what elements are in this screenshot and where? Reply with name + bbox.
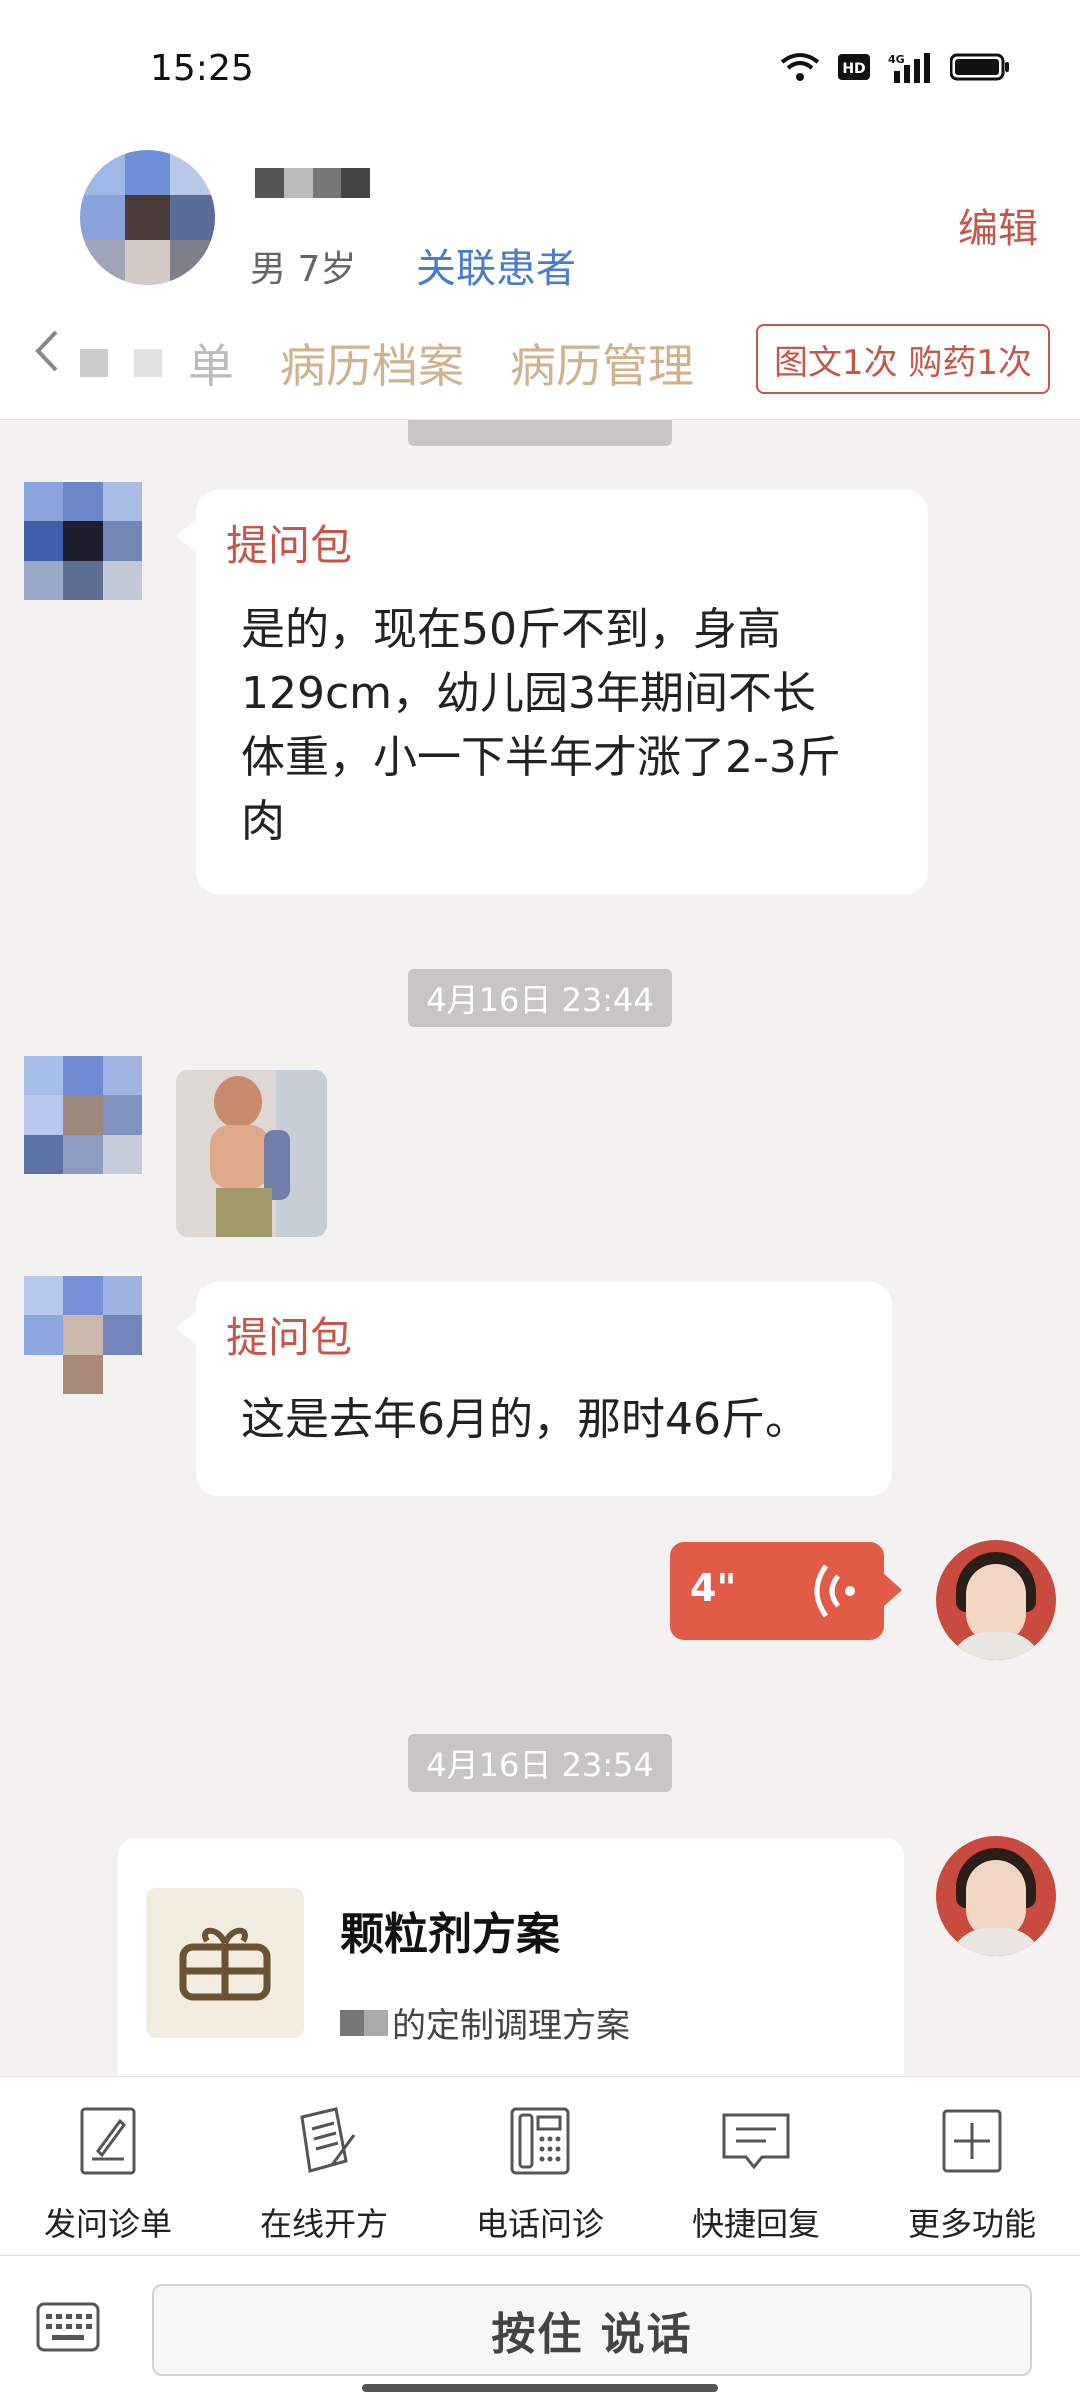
message-bubble[interactable]: 提问包 是的，现在50斤不到，身高 129cm，幼儿园3年期间不长 体重，小一下… bbox=[176, 490, 928, 894]
link-patient-button[interactable]: 关联患者 bbox=[416, 236, 576, 294]
photo-message[interactable] bbox=[176, 1070, 327, 1237]
status-icons: HD 4G bbox=[780, 50, 1010, 84]
card-subtitle: 的定制调理方案 bbox=[340, 1998, 630, 2047]
edit-button[interactable]: 编辑 bbox=[958, 196, 1038, 254]
voice-wave-icon bbox=[806, 1562, 862, 1624]
timestamp: 4月16日 23:54 bbox=[408, 1734, 672, 1792]
doctor-avatar[interactable] bbox=[936, 1540, 1056, 1660]
online-prescription-button[interactable]: 在线开方 bbox=[216, 2077, 432, 2255]
wifi-icon bbox=[780, 50, 820, 84]
tool-label: 更多功能 bbox=[907, 2205, 1036, 2243]
signal-4g-icon: 4G bbox=[888, 50, 932, 84]
more-functions-button[interactable]: 更多功能 bbox=[864, 2077, 1080, 2255]
status-bar: 15:25 HD 4G bbox=[0, 0, 1080, 130]
patient-meta: 男 7岁 bbox=[250, 249, 357, 290]
patient-header: 男 7岁 关联患者 编辑 单 病历档案 病历管理 图文1次 购药1次 bbox=[0, 130, 1080, 420]
tab-inquiry[interactable]: 单 bbox=[80, 330, 234, 396]
redacted-block bbox=[80, 349, 108, 377]
hold-to-talk-button[interactable]: 按住 说话 bbox=[152, 2284, 1032, 2376]
prescription-card[interactable]: 颗粒剂方案 的定制调理方案 bbox=[118, 1838, 904, 2078]
tab-label: 单 bbox=[188, 339, 234, 393]
patient-avatar[interactable] bbox=[80, 150, 215, 285]
timestamp-partial bbox=[408, 420, 672, 446]
avatar-face bbox=[966, 1860, 1026, 1938]
patient-chat-avatar[interactable] bbox=[24, 1056, 142, 1174]
avatar-shirt bbox=[948, 1632, 1044, 1660]
message-text: 是的，现在50斤不到，身高 129cm，幼儿园3年期间不长 体重，小一下半年才涨… bbox=[241, 604, 841, 847]
phone-icon bbox=[508, 2105, 572, 2181]
home-indicator[interactable] bbox=[362, 2384, 718, 2392]
patient-chat-avatar[interactable] bbox=[24, 482, 142, 600]
battery-icon bbox=[950, 50, 1010, 84]
action-toolbar: 发问诊单 在线开方 电话问诊 快捷回复 更多功能 bbox=[0, 2076, 1080, 2256]
tool-label: 快捷回复 bbox=[691, 2205, 820, 2243]
svg-text:4G: 4G bbox=[888, 53, 905, 66]
phone-consult-button[interactable]: 电话问诊 bbox=[432, 2077, 648, 2255]
avatar-face bbox=[966, 1564, 1026, 1642]
patient-chat-avatar[interactable] bbox=[24, 1276, 142, 1394]
quick-reply-icon bbox=[720, 2105, 792, 2181]
avatar-shirt bbox=[948, 1928, 1044, 1956]
card-title: 颗粒剂方案 bbox=[340, 1909, 560, 1960]
service-quota-badge[interactable]: 图文1次 购药1次 bbox=[756, 324, 1050, 394]
tool-label: 在线开方 bbox=[259, 2205, 388, 2243]
voice-message[interactable]: 4" bbox=[670, 1542, 902, 1640]
message-text: 这是去年6月的，那时46斤。 bbox=[241, 1394, 809, 1445]
form-icon bbox=[76, 2105, 140, 2181]
tool-label: 发问诊单 bbox=[43, 2205, 172, 2243]
hd-icon: HD bbox=[838, 50, 870, 84]
card-subtitle-text: 的定制调理方案 bbox=[392, 2006, 630, 2046]
timestamp: 4月16日 23:44 bbox=[408, 969, 672, 1027]
back-arrow-icon[interactable] bbox=[34, 328, 60, 378]
svg-text:HD: HD bbox=[842, 61, 865, 77]
redacted-name bbox=[340, 2009, 388, 2036]
doctor-avatar[interactable] bbox=[936, 1836, 1056, 1956]
plus-icon bbox=[940, 2105, 1004, 2181]
header-tabs: 单 病历档案 病历管理 bbox=[80, 330, 740, 396]
patient-name-redacted bbox=[255, 168, 370, 198]
message-bubble[interactable]: 提问包 这是去年6月的，那时46斤。 bbox=[176, 1282, 892, 1496]
tab-record-management[interactable]: 病历管理 bbox=[510, 330, 694, 396]
tool-label: 电话问诊 bbox=[475, 2205, 604, 2243]
voice-duration: 4" bbox=[690, 1566, 737, 1610]
gift-box-icon bbox=[146, 1888, 304, 2038]
status-time: 15:25 bbox=[150, 48, 254, 89]
question-pack-tag: 提问包 bbox=[226, 521, 353, 570]
keyboard-icon[interactable] bbox=[36, 2302, 100, 2356]
tab-medical-records[interactable]: 病历档案 bbox=[280, 330, 464, 396]
redacted-block bbox=[134, 349, 162, 377]
send-inquiry-form-button[interactable]: 发问诊单 bbox=[0, 2077, 216, 2255]
input-bar: 按住 说话 bbox=[0, 2256, 1080, 2400]
quick-reply-button[interactable]: 快捷回复 bbox=[648, 2077, 864, 2255]
question-pack-tag: 提问包 bbox=[226, 1313, 353, 1362]
prescription-icon bbox=[288, 2105, 360, 2181]
